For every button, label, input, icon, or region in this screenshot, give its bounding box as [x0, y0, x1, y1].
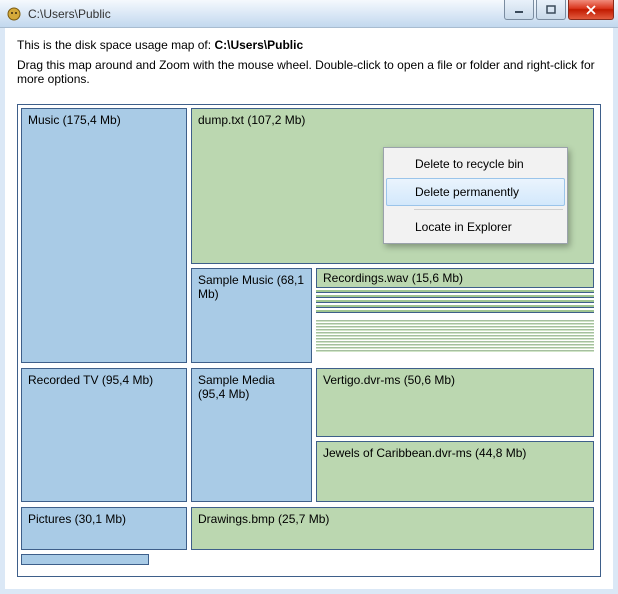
window-body: This is the disk space usage map of: C:\…	[0, 28, 618, 594]
block-label: dump.txt (107,2 Mb)	[198, 113, 305, 127]
block-recordings[interactable]: Recordings.wav (15,6 Mb)	[316, 268, 594, 288]
block-sample-media[interactable]: Sample Media (95,4 Mb)	[191, 368, 312, 502]
window-title: C:\Users\Public	[28, 7, 111, 21]
context-menu: Delete to recycle bin Delete permanently…	[383, 147, 568, 244]
block-jewels[interactable]: Jewels of Caribbean.dvr-ms (44,8 Mb)	[316, 441, 594, 502]
menu-separator	[414, 209, 563, 210]
block-label: Sample Music (68,1 Mb)	[198, 273, 304, 301]
block-label: Sample Media (95,4 Mb)	[198, 373, 275, 401]
block-drawings[interactable]: Drawings.bmp (25,7 Mb)	[191, 507, 594, 550]
menu-locate-explorer[interactable]: Locate in Explorer	[386, 213, 565, 241]
block-recorded-tv[interactable]: Recorded TV (95,4 Mb)	[21, 368, 187, 502]
app-icon	[6, 6, 22, 22]
maximize-button[interactable]	[536, 0, 566, 20]
block-label: Pictures (30,1 Mb)	[28, 512, 126, 526]
header-path: C:\Users\Public	[214, 38, 303, 52]
minimize-button[interactable]	[504, 0, 534, 20]
block-vertigo[interactable]: Vertigo.dvr-ms (50,6 Mb)	[316, 368, 594, 437]
block-label: Music (175,4 Mb)	[28, 113, 121, 127]
window-controls	[502, 0, 614, 20]
header-line: This is the disk space usage map of: C:\…	[5, 28, 613, 56]
content-area: This is the disk space usage map of: C:\…	[5, 28, 613, 589]
menu-delete-recycle[interactable]: Delete to recycle bin	[386, 150, 565, 178]
block-label: Jewels of Caribbean.dvr-ms (44,8 Mb)	[323, 446, 526, 460]
titlebar[interactable]: C:\Users\Public	[0, 0, 618, 28]
block-label: Recorded TV (95,4 Mb)	[28, 373, 153, 387]
block-label: Drawings.bmp (25,7 Mb)	[198, 512, 329, 526]
block-label: Recordings.wav (15,6 Mb)	[323, 271, 463, 285]
block-small-folder[interactable]	[21, 554, 149, 565]
block-pictures[interactable]: Pictures (30,1 Mb)	[21, 507, 187, 550]
block-sample-music[interactable]: Sample Music (68,1 Mb)	[191, 268, 312, 363]
menu-delete-permanently[interactable]: Delete permanently	[386, 178, 565, 206]
header-prefix: This is the disk space usage map of:	[17, 38, 211, 52]
small-files-group[interactable]	[316, 290, 594, 353]
block-label: Vertigo.dvr-ms (50,6 Mb)	[323, 373, 455, 387]
block-music[interactable]: Music (175,4 Mb)	[21, 108, 187, 363]
instructions: Drag this map around and Zoom with the m…	[5, 56, 613, 96]
close-button[interactable]	[568, 0, 614, 20]
